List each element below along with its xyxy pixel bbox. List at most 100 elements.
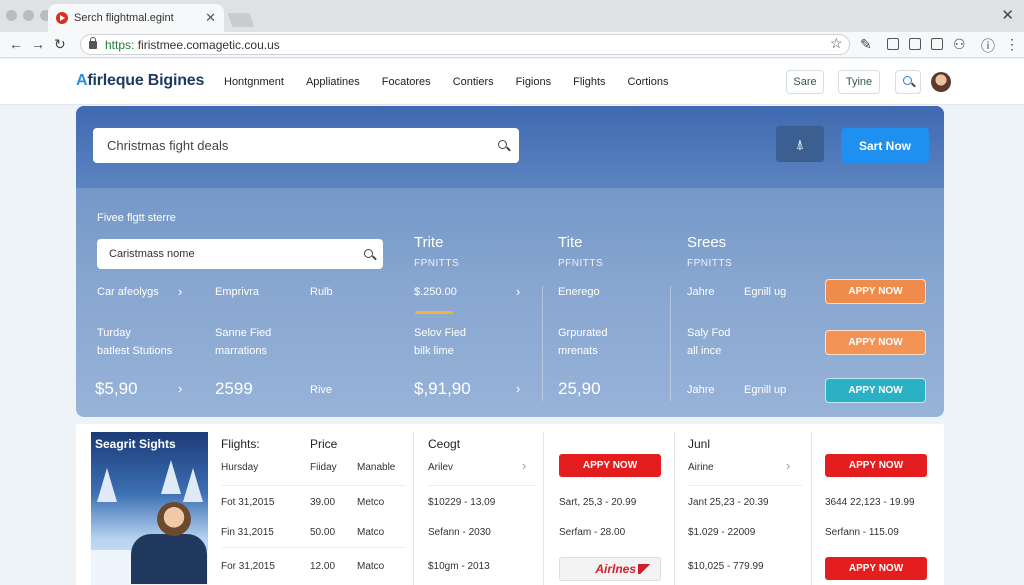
search-icon	[903, 76, 912, 85]
snowy-tree-shape	[161, 460, 181, 494]
browser-toolbar: ← → ↻ https: firistmee.comagetic.cou.us …	[0, 32, 1024, 58]
column-title-trite: Trite	[414, 234, 444, 251]
nav-item-contiers[interactable]: Contiers	[453, 76, 494, 88]
row3-price-4: 25,90	[558, 379, 601, 398]
apply-now-button[interactable]: APPY NOW	[825, 557, 927, 580]
tree-icon: ⍋	[795, 135, 805, 152]
start-now-button[interactable]: Sart Now	[841, 128, 929, 163]
hero-panel: Christmas fight deals ⍋ Sart Now Fivee f…	[76, 106, 944, 417]
row3-jahre: Jahre	[687, 384, 715, 396]
row1-emprivra: Emprivra	[215, 286, 260, 298]
table-cell: $1.029 - 22009	[688, 527, 756, 538]
row-divider	[221, 547, 406, 548]
site-logo[interactable]: Afirleque Bigines	[76, 72, 204, 90]
extension-icon[interactable]	[887, 38, 899, 50]
sub-search-value: Caristmass nome	[109, 248, 195, 260]
window-minimize-dot[interactable]	[23, 10, 34, 21]
browser-tab[interactable]: Serch flightmal.egint ✕	[48, 4, 224, 32]
divider	[674, 432, 675, 585]
promo-image[interactable]: Seagrit Sights	[91, 432, 208, 585]
nav-item-cortions[interactable]: Cortions	[628, 76, 669, 88]
airlines-logo[interactable]: Airlnes	[559, 557, 661, 581]
column-sub-trite: FPNITTS	[414, 258, 460, 269]
row2-selov-fied: Selov Fied	[414, 327, 466, 339]
row3-price-1: $5,90	[95, 379, 138, 398]
avatar[interactable]	[931, 72, 951, 92]
nav-item-figions[interactable]: Figions	[516, 76, 551, 88]
selected-underline	[415, 311, 453, 314]
row-divider	[221, 485, 406, 486]
table-cell[interactable]: Airine	[688, 462, 714, 473]
site-header: Afirleque Bigines Hontgnment Appliatines…	[0, 59, 1024, 105]
divider	[542, 286, 543, 401]
header-junl: Junl	[688, 437, 711, 451]
table-cell: $10,025 - 779.99	[688, 561, 764, 572]
profile-icon[interactable]: ⚇	[953, 36, 966, 53]
table-cell: 50.00	[310, 527, 336, 538]
header-search-button[interactable]	[895, 70, 921, 94]
chevron-right-icon[interactable]: ›	[516, 381, 520, 396]
row1-enerego: Enerego	[558, 286, 600, 298]
browser-tab-strip: Serch flightmal.egint ✕ ✕	[0, 0, 1024, 32]
row3-egnill: Egnill up	[744, 384, 787, 396]
results-section: Seagrit Sights Flights: Price Ceogt Junl…	[76, 424, 944, 585]
table-cell: Sart, 25,3 - 20.99	[559, 497, 637, 508]
address-bar[interactable]: https: firistmee.comagetic.cou.us	[80, 34, 850, 55]
apply-now-button[interactable]: APPY NOW	[825, 279, 926, 304]
apply-now-button[interactable]: APPY NOW	[825, 378, 926, 403]
table-cell: Serfann - 115.09	[825, 527, 899, 538]
nav-item-flights[interactable]: Flights	[573, 76, 605, 88]
window-close-dot[interactable]	[6, 10, 17, 21]
search-icon	[498, 140, 507, 149]
apply-now-button[interactable]: APPY NOW	[559, 454, 661, 477]
table-cell[interactable]: Arilev	[428, 462, 453, 473]
tyine-button[interactable]: Tyine	[838, 70, 880, 94]
table-cell: Sefann - 2030	[428, 527, 491, 538]
nav-item-hontgnment[interactable]: Hontgnment	[224, 76, 284, 88]
table-cell: 12.00	[310, 561, 336, 572]
table-cell: Jant 25,23 - 20.39	[688, 497, 769, 508]
table-cell: Serfam - 28.00	[559, 527, 626, 538]
nav-item-appliatines[interactable]: Appliatines	[306, 76, 360, 88]
row2-saly-fod: Saly Fod	[687, 327, 731, 339]
chevron-right-icon[interactable]: ›	[786, 458, 790, 473]
nav-item-focatores[interactable]: Focatores	[382, 76, 431, 88]
info-icon[interactable]: ⓘ	[981, 36, 995, 56]
reload-icon[interactable]: ↻	[54, 36, 66, 53]
bookmark-star-icon[interactable]: ☆	[830, 35, 843, 52]
row2-sanne-fied: Sanne Fied	[215, 327, 272, 339]
row2-marrations: marrations	[215, 345, 267, 357]
save-button[interactable]: Sare	[786, 70, 824, 94]
row1-car-afeolygs[interactable]: Car afeolygs	[97, 286, 159, 298]
tab-close-icon[interactable]: ✕	[205, 10, 216, 26]
row1-egnill: Egnill ug	[744, 286, 787, 298]
chevron-right-icon[interactable]: ›	[178, 284, 182, 299]
row2-all-ince: all ince	[687, 345, 722, 357]
sub-search-input[interactable]: Caristmass nome	[97, 239, 383, 269]
row1-jahre: Jahre	[687, 286, 715, 298]
pen-icon[interactable]: ✎	[860, 36, 872, 53]
forward-arrow-icon[interactable]: →	[31, 36, 45, 52]
window-controls[interactable]	[6, 10, 51, 21]
apply-now-button[interactable]: APPY NOW	[825, 330, 926, 355]
back-arrow-icon[interactable]: ←	[9, 36, 23, 52]
row2-batlest-stutions: batlest Stutions	[97, 345, 173, 357]
snowy-tree-shape	[97, 468, 117, 502]
chevron-right-icon[interactable]: ›	[178, 381, 182, 396]
calendar-icon[interactable]	[931, 38, 943, 50]
column-title-srees: Srees	[687, 234, 727, 251]
main-search-placeholder: Christmas fight deals	[107, 138, 229, 153]
section-label: Fivee flgtt sterre	[97, 212, 176, 224]
menu-icon[interactable]: ⋮	[1005, 36, 1019, 53]
christmas-tree-button[interactable]: ⍋	[776, 126, 824, 162]
chevron-right-icon[interactable]: ›	[516, 284, 520, 299]
row3-rive: Rive	[310, 384, 333, 396]
chevron-right-icon[interactable]: ›	[522, 458, 526, 473]
new-tab-button[interactable]	[227, 13, 255, 27]
main-search-input[interactable]: Christmas fight deals	[93, 128, 519, 163]
apply-now-button[interactable]: APPY NOW	[825, 454, 927, 477]
table-cell: 3644 22,123 - 19.99	[825, 497, 915, 508]
window-close-icon[interactable]: ✕	[1001, 6, 1014, 24]
table-cell: Hursday	[221, 462, 259, 473]
mail-icon[interactable]	[909, 38, 921, 50]
